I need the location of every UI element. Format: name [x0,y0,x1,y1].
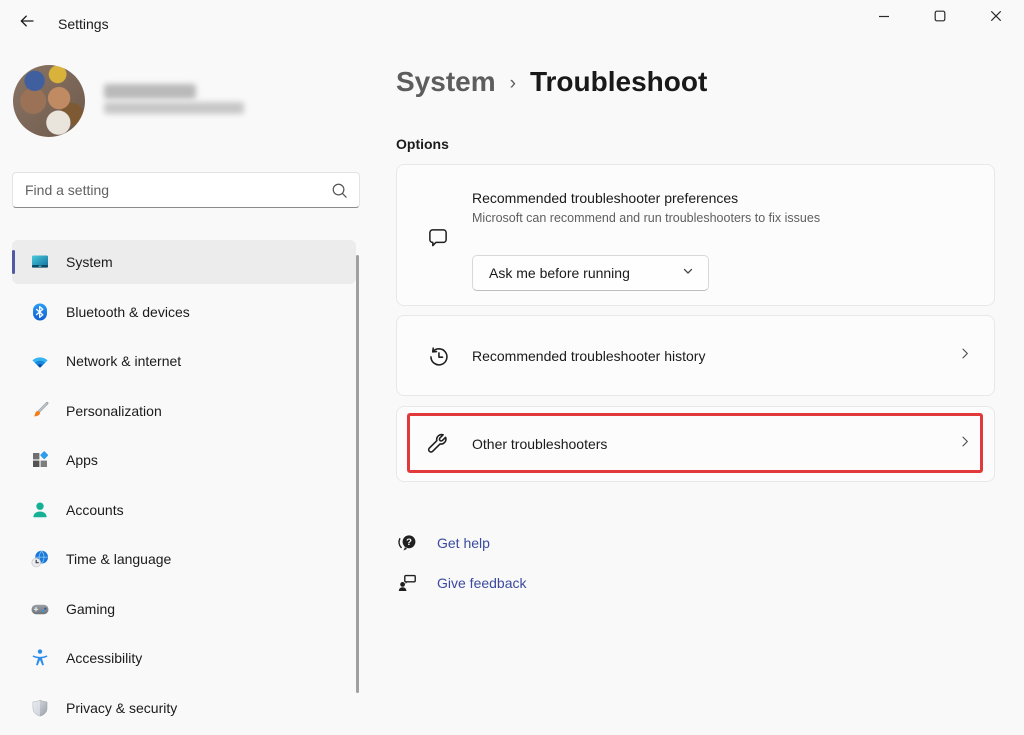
page-title: Troubleshoot [529,66,708,97]
recommended-preferences-card: Recommended troubleshooter preferences M… [396,164,995,306]
get-help-link[interactable]: ? Get help [396,531,490,555]
chevron-right-icon [958,435,972,454]
give-feedback-link[interactable]: Give feedback [396,571,527,595]
accessibility-icon [30,648,50,668]
sidebar-item-time-language[interactable]: Time & language [12,537,356,581]
sidebar-item-label: Accessibility [66,650,143,666]
svg-text:?: ? [406,537,412,548]
sidebar-item-label: Time & language [66,551,172,567]
wrench-icon [425,432,452,464]
sidebar-item-label: System [66,254,113,270]
sidebar-item-personalization[interactable]: Personalization [12,389,356,433]
sidebar-item-accounts[interactable]: Accounts [12,488,356,532]
sidebar-nav: System Bluetooth & devices Network & int… [12,240,356,735]
give-feedback-label: Give feedback [437,575,527,591]
history-icon [425,343,452,375]
sidebar-item-gaming[interactable]: Gaming [12,587,356,631]
maximize-button[interactable] [912,0,968,36]
troubleshooter-history-row[interactable]: Recommended troubleshooter history [396,315,995,396]
sidebar-item-label: Privacy & security [66,699,178,716]
chevron-down-icon [682,264,694,282]
sidebar-item-network-internet[interactable]: Network & internet [12,339,356,383]
other-troubleshooters-row[interactable]: Other troubleshooters [396,406,995,482]
titlebar: Settings [0,0,1024,44]
sidebar-item-label: Gaming [66,600,116,617]
personalization-icon [30,401,50,421]
search-icon[interactable] [330,181,349,205]
app-title: Settings [58,16,109,32]
options-section-label: Options [396,136,449,152]
close-button[interactable] [968,0,1024,36]
sidebar-item-apps[interactable]: Apps [12,438,356,482]
close-icon [990,9,1002,27]
troubleshooter-preference-dropdown[interactable]: Ask me before running [472,255,709,291]
gaming-icon [30,599,50,619]
sidebar-item-label: Bluetooth & devices [66,303,190,320]
accounts-icon [30,500,50,520]
card-description: Microsoft can recommend and run troubles… [472,211,821,225]
user-name-redacted [104,84,196,99]
search-box [12,172,360,208]
window-controls [856,0,1024,36]
get-help-icon: ? [396,531,420,555]
network-icon [30,351,50,371]
minimize-icon [878,9,890,27]
sidebar-item-system[interactable]: System [12,240,356,284]
sidebar-scrollbar[interactable] [356,255,359,693]
selected-accent-pill [12,250,15,274]
breadcrumb-separator-icon: › [509,73,516,94]
get-help-label: Get help [437,535,490,551]
comment-bubble-icon [425,225,451,256]
row-title: Recommended troubleshooter history [472,347,706,364]
breadcrumb: System › Troubleshoot [396,66,707,98]
sidebar-item-label: Apps [66,452,98,468]
system-icon [30,252,50,272]
privacy-icon [30,698,50,718]
apps-icon [30,450,50,470]
chevron-right-icon [958,346,972,365]
give-feedback-icon [396,571,420,595]
maximize-icon [934,9,946,27]
sidebar-item-label: Network & internet [66,353,182,369]
search-input[interactable] [13,173,359,207]
sidebar-item-accessibility[interactable]: Accessibility [12,636,356,680]
user-email-redacted [104,102,244,114]
sidebar-item-privacy-security[interactable]: Privacy & security [12,686,356,730]
card-title: Recommended troubleshooter preferences [472,190,739,206]
breadcrumb-system[interactable]: System [396,66,496,98]
avatar [13,65,85,137]
sidebar-item-bluetooth-devices[interactable]: Bluetooth & devices [12,290,356,334]
row-title: Other troubleshooters [472,436,608,452]
dropdown-selected-value: Ask me before running [489,265,630,281]
sidebar-item-label: Accounts [66,501,124,518]
minimize-button[interactable] [856,0,912,36]
back-button[interactable] [10,8,44,38]
back-arrow-icon [18,12,36,35]
sidebar-item-label: Personalization [66,402,162,419]
bluetooth-icon [30,302,50,322]
time-language-icon [30,549,50,569]
